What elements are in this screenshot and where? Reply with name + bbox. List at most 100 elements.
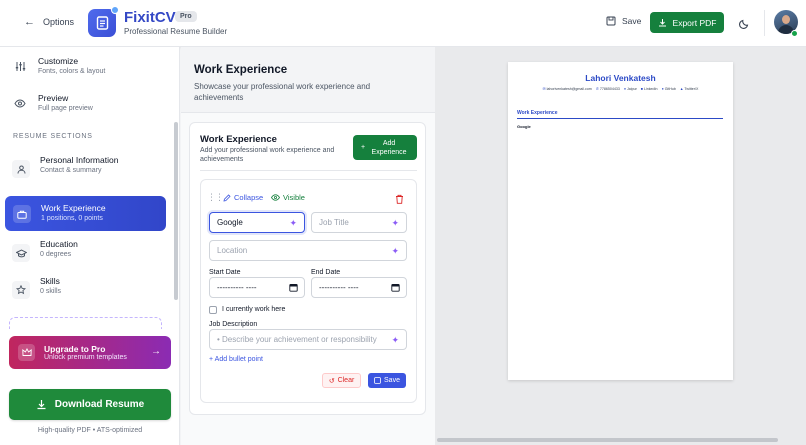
start-date-input[interactable]: ---------- ---- (209, 277, 305, 298)
nav-subtitle: Fonts, colors & layout (38, 68, 106, 75)
resume-preview-area: Lahori Venkatesh ✉ lahorivenkatesh@gmail… (435, 47, 806, 445)
visibility-toggle[interactable]: Visible (271, 193, 305, 202)
upgrade-title: Upgrade to Pro (44, 344, 106, 354)
moon-icon (739, 19, 749, 29)
contact-linkedin: ■ LinkedIn (640, 87, 658, 91)
company-value: Google (217, 218, 243, 227)
download-note: High-quality PDF • ATS-optimized (37, 427, 143, 434)
save-button[interactable]: Save (606, 16, 641, 26)
upgrade-to-pro-button[interactable]: Upgrade to Pro Unlock premium templates … (9, 336, 171, 369)
calendar-icon (391, 284, 400, 292)
sidebar-item-work-experience[interactable]: Work Experience 1 positions, 0 points (5, 196, 166, 231)
save-icon (606, 16, 616, 26)
editor-header: Work Experience Showcase your profession… (181, 47, 435, 113)
twitter-icon: ▲ (679, 87, 684, 91)
online-status-dot (791, 30, 798, 37)
save-entry-button[interactable]: Save (368, 373, 406, 388)
app-logo (88, 6, 119, 37)
company-input[interactable]: Google ✦ (209, 212, 305, 233)
add-experience-button[interactable]: + Add Experience (353, 135, 417, 160)
star-icon (12, 281, 30, 299)
contact-email: ✉ lahorivenkatesh@gmail.com (542, 87, 592, 91)
calendar-icon (289, 284, 298, 292)
page-title: Work Experience (194, 64, 288, 76)
ai-sparkle-icon[interactable]: ✦ (289, 218, 297, 229)
collapse-button[interactable]: Collapse (223, 193, 263, 202)
avatar-face (782, 15, 790, 24)
linkedin-icon: ■ (640, 87, 643, 91)
collapse-label: Collapse (234, 193, 264, 202)
eye-icon (12, 95, 28, 111)
arrow-left-icon: ← (24, 16, 35, 28)
save-icon (374, 377, 381, 384)
download-icon (37, 400, 46, 410)
resume-name: Lahori Venkatesh (585, 73, 656, 83)
download-resume-button[interactable]: Download Resume (9, 389, 171, 420)
bullet-point-input[interactable]: • Describe your achievement or responsib… (209, 329, 407, 350)
export-pdf-button[interactable]: Export PDF (650, 12, 724, 33)
sliders-icon (12, 58, 28, 74)
ai-sparkle-icon[interactable]: ✦ (391, 335, 399, 346)
clear-label: Clear (337, 377, 355, 384)
currently-work-here-checkbox[interactable] (209, 306, 217, 314)
github-icon: ● (661, 87, 664, 91)
card-divider (200, 170, 417, 171)
job-title-input[interactable]: Job Title ✦ (311, 212, 407, 233)
job-description-label: Job Description (209, 321, 258, 328)
app-title: FixitCV (124, 9, 176, 26)
preview-horizontal-scrollbar[interactable] (437, 438, 778, 442)
download-icon (658, 19, 666, 27)
visible-label: Visible (283, 193, 305, 202)
app-header: ← Options FixitCV Pro Professional Resum… (0, 0, 806, 47)
reset-icon: ↺ (328, 377, 335, 385)
header-divider (764, 10, 765, 36)
delete-entry-button[interactable] (395, 191, 404, 209)
section-subtitle: 0 degrees (40, 251, 72, 258)
drag-handle-icon[interactable]: ⋮⋮ (207, 192, 224, 203)
resume-company: Google (517, 124, 531, 129)
briefcase-icon (13, 205, 31, 223)
add-bullet-point-button[interactable]: + Add bullet point (209, 356, 263, 363)
document-icon (96, 16, 108, 30)
section-title: Skills (40, 276, 60, 286)
ai-sparkle-icon[interactable]: ✦ (391, 218, 399, 229)
contact-twitter: ▲ Twitter/X (679, 87, 699, 91)
theme-toggle-button[interactable] (739, 16, 750, 34)
end-date-input[interactable]: ---------- ---- (311, 277, 407, 298)
sidebar-item-customize[interactable]: Customize Fonts, colors & layout (12, 56, 172, 77)
crown-icon (18, 344, 35, 361)
logo-badge-dot (111, 6, 119, 14)
pin-icon: ● (623, 87, 626, 91)
options-back-button[interactable]: ← Options (24, 16, 74, 28)
page-description: Showcase your professional work experien… (194, 82, 371, 102)
location-input[interactable]: Location ✦ (209, 240, 407, 261)
add-section-placeholder[interactable] (9, 317, 162, 329)
sidebar-item-skills[interactable]: Skills 0 skills (12, 276, 166, 299)
graduation-cap-icon (12, 244, 30, 262)
section-subtitle: Contact & summary (40, 167, 102, 174)
back-label: Options (43, 17, 75, 27)
clear-button[interactable]: ↺ Clear (322, 373, 361, 388)
sidebar-scrollbar[interactable] (174, 122, 178, 300)
resume-page: Lahori Venkatesh ✉ lahorivenkatesh@gmail… (508, 62, 733, 380)
resume-sections-label: RESUME SECTIONS (13, 133, 93, 140)
section-title: Personal Information (40, 155, 119, 165)
ai-sparkle-icon[interactable]: ✦ (391, 246, 399, 257)
card-title: Work Experience (200, 134, 277, 145)
experience-entry: ⋮⋮ Collapse Visible Google ✦ Job Title ✦ (200, 179, 417, 403)
sidebar-item-education[interactable]: Education 0 degrees (12, 239, 166, 262)
sidebar-item-preview[interactable]: Preview Full page preview (12, 93, 172, 114)
end-date-placeholder: ---------- ---- (319, 283, 359, 292)
start-date-label: Start Date (209, 269, 241, 276)
contact-location: ● Jaipur (623, 87, 637, 91)
resume-section-title: Work Experience (517, 110, 558, 116)
download-label: Download Resume (54, 399, 145, 410)
add-experience-label: Add Experience (371, 139, 407, 156)
plus-icon: + (360, 144, 366, 151)
trash-icon (396, 194, 403, 204)
nav-subtitle: Full page preview (38, 105, 93, 112)
sidebar-item-personal-information[interactable]: Personal Information Contact & summary (12, 155, 166, 178)
currently-work-here-label: I currently work here (222, 306, 286, 313)
pencil-icon (223, 193, 231, 202)
save-entry-label: Save (384, 377, 400, 384)
